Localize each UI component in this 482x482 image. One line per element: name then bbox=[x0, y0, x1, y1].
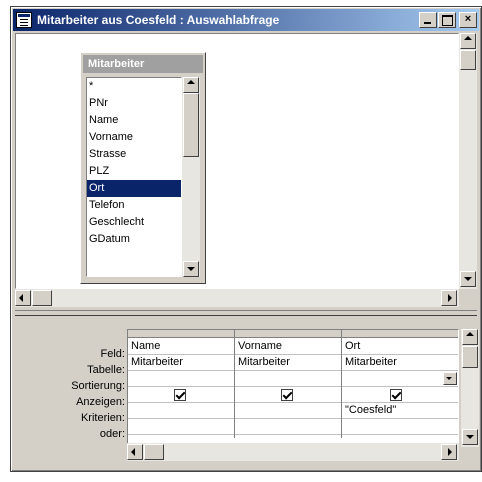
table-pane-scroll-left-button[interactable] bbox=[15, 290, 31, 306]
field-item-plz[interactable]: PLZ bbox=[87, 163, 181, 180]
grid-scroll-left-button[interactable] bbox=[127, 444, 143, 460]
cell-anzeigen[interactable] bbox=[342, 387, 458, 403]
grid-scroll-thumb[interactable] bbox=[462, 346, 478, 368]
field-item-all[interactable]: * bbox=[87, 78, 181, 95]
grid-vertical-scrollbar[interactable] bbox=[461, 329, 479, 447]
grid-hscroll-thumb[interactable] bbox=[144, 444, 164, 460]
grid-scroll-right-button[interactable] bbox=[441, 444, 457, 460]
arrow-down-icon bbox=[464, 277, 472, 281]
arrow-right-icon bbox=[448, 448, 452, 456]
grid-column-vorname[interactable]: Vorname Mitarbeiter bbox=[235, 330, 342, 438]
cell-sortierung[interactable] bbox=[235, 371, 341, 387]
cell-kriterien[interactable] bbox=[235, 403, 341, 419]
field-item-geschlecht[interactable]: Geschlecht bbox=[87, 214, 181, 231]
field-list-scrollbar[interactable] bbox=[182, 77, 200, 277]
table-pane-vertical-scrollbar[interactable] bbox=[459, 33, 477, 289]
field-list[interactable]: * PNr Name Vorname Strasse PLZ Ort Telef… bbox=[86, 77, 182, 277]
close-button[interactable]: × bbox=[459, 12, 477, 28]
design-grid[interactable]: Name Mitarbeiter Vorname Mitarbeiter Ort… bbox=[127, 329, 459, 459]
table-pane-hscroll-thumb[interactable] bbox=[32, 290, 52, 306]
sort-dropdown-button[interactable] bbox=[443, 372, 457, 385]
row-label-anzeigen: Anzeigen: bbox=[76, 396, 125, 408]
table-pane-scroll-thumb[interactable] bbox=[460, 50, 476, 70]
grid-horizontal-scrollbar[interactable] bbox=[127, 443, 459, 461]
cell-anzeigen[interactable] bbox=[235, 387, 341, 403]
row-label-tabelle: Tabelle: bbox=[87, 364, 125, 376]
cell-kriterien[interactable]: "Coesfeld" bbox=[342, 403, 458, 419]
show-checkbox[interactable] bbox=[174, 389, 186, 401]
table-pane-scroll-up-button[interactable] bbox=[460, 33, 476, 49]
grid-scroll-up-button[interactable] bbox=[462, 329, 478, 345]
table-pane-scroll-right-button[interactable] bbox=[441, 290, 457, 306]
table-pane-scroll-down-button[interactable] bbox=[460, 271, 476, 287]
arrow-up-icon bbox=[187, 80, 195, 84]
cell-kriterien[interactable] bbox=[128, 403, 234, 419]
field-item-pnr[interactable]: PNr bbox=[87, 95, 181, 112]
field-item-telefon[interactable]: Telefon bbox=[87, 197, 181, 214]
arrow-right-icon bbox=[448, 294, 452, 302]
column-selector[interactable] bbox=[342, 330, 458, 338]
show-checkbox[interactable] bbox=[281, 389, 293, 401]
arrow-up-icon bbox=[464, 36, 472, 40]
show-checkbox[interactable] bbox=[390, 389, 402, 401]
cell-sortierung[interactable] bbox=[342, 371, 458, 387]
cell-tabelle[interactable]: Mitarbeiter bbox=[235, 355, 341, 371]
pane-splitter[interactable] bbox=[15, 310, 477, 316]
row-label-sortierung: Sortierung: bbox=[71, 380, 125, 392]
grid-column-name[interactable]: Name Mitarbeiter bbox=[128, 330, 235, 438]
cell-oder[interactable] bbox=[342, 419, 458, 435]
field-list-scroll-down-button[interactable] bbox=[183, 261, 199, 277]
grid-scroll-down-button[interactable] bbox=[462, 429, 478, 445]
chevron-down-icon bbox=[446, 377, 452, 380]
field-item-strasse[interactable]: Strasse bbox=[87, 146, 181, 163]
row-label-feld: Feld: bbox=[100, 348, 125, 360]
field-list-scroll-thumb[interactable] bbox=[183, 93, 199, 157]
arrow-down-icon bbox=[466, 435, 474, 439]
row-label-kriterien: Kriterien: bbox=[80, 412, 125, 424]
arrow-down-icon bbox=[187, 267, 195, 271]
scrollbar-corner bbox=[459, 289, 477, 307]
cell-sortierung[interactable] bbox=[128, 371, 234, 387]
table-list-title[interactable]: Mitarbeiter bbox=[83, 55, 203, 73]
field-item-gdatum[interactable]: GDatum bbox=[87, 231, 181, 248]
arrow-up-icon bbox=[466, 332, 474, 336]
cell-tabelle[interactable]: Mitarbeiter bbox=[128, 355, 234, 371]
field-list-scroll-up-button[interactable] bbox=[183, 77, 199, 93]
column-selector[interactable] bbox=[235, 330, 341, 338]
table-pane-horizontal-scrollbar[interactable] bbox=[15, 289, 459, 307]
cell-tabelle[interactable]: Mitarbeiter bbox=[342, 355, 458, 371]
table-pane[interactable]: Mitarbeiter * PNr Name Vorname Strasse P… bbox=[15, 33, 459, 289]
field-item-name[interactable]: Name bbox=[87, 112, 181, 129]
query-icon[interactable] bbox=[16, 12, 32, 28]
cell-oder[interactable] bbox=[128, 419, 234, 435]
grid-column-ort[interactable]: Ort Mitarbeiter "Coesfeld" bbox=[342, 330, 458, 438]
table-list-mitarbeiter[interactable]: Mitarbeiter * PNr Name Vorname Strasse P… bbox=[80, 52, 206, 284]
field-item-ort[interactable]: Ort bbox=[87, 180, 181, 197]
minimize-button[interactable] bbox=[419, 12, 437, 28]
cell-feld[interactable]: Vorname bbox=[235, 339, 341, 355]
cell-oder[interactable] bbox=[235, 419, 341, 435]
row-label-oder: oder: bbox=[99, 428, 125, 440]
title-bar[interactable]: Mitarbeiter aus Coesfeld : Auswahlabfrag… bbox=[13, 9, 479, 31]
window-title: Mitarbeiter aus Coesfeld : Auswahlabfrag… bbox=[37, 13, 280, 27]
arrow-left-icon bbox=[131, 448, 135, 456]
design-grid-pane: Feld: Tabelle: Sortierung: Anzeigen: Kri… bbox=[15, 319, 479, 469]
maximize-button[interactable] bbox=[438, 12, 456, 28]
field-item-vorname[interactable]: Vorname bbox=[87, 129, 181, 146]
column-selector[interactable] bbox=[128, 330, 234, 338]
arrow-left-icon bbox=[19, 294, 23, 302]
cell-feld[interactable]: Ort bbox=[342, 339, 458, 355]
query-window: Mitarbeiter aus Coesfeld : Auswahlabfrag… bbox=[10, 6, 482, 472]
cell-feld[interactable]: Name bbox=[128, 339, 234, 355]
cell-anzeigen[interactable] bbox=[128, 387, 234, 403]
